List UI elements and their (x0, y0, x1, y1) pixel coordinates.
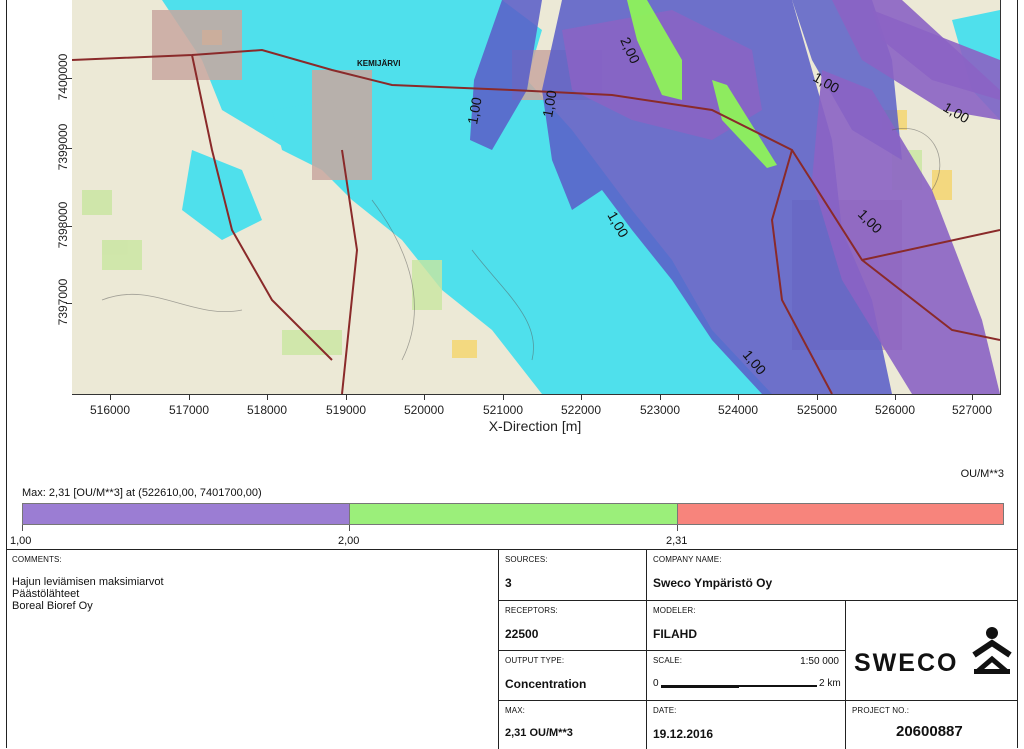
date-cell: DATE: 19.12.2016 (646, 700, 845, 749)
scale-bar-solid (661, 685, 739, 688)
company-cell: COMPANY NAME: Sweco Ympäristö Oy (646, 550, 1018, 600)
scale-bar: 0 2 km (653, 678, 843, 692)
modeler-cell: MODELER: FILAHD (646, 600, 845, 650)
legend-segment-green (350, 504, 678, 524)
place-label: KEMIJÄRVI (357, 59, 400, 68)
comment-line: Boreal Bioref Oy (12, 600, 93, 612)
x-tick (110, 394, 111, 400)
y-tick (66, 226, 72, 227)
company-value: Sweco Ympäristö Oy (653, 576, 773, 590)
legend-tick (22, 525, 23, 531)
sources-value: 3 (505, 576, 512, 590)
y-tick-label: 7400000 (56, 53, 70, 101)
scale-end: 2 km (819, 678, 841, 689)
x-tick-label: 525000 (796, 403, 838, 417)
date-value: 19.12.2016 (653, 727, 714, 741)
sweco-logo: SWECO (854, 625, 1014, 685)
x-tick (581, 394, 582, 400)
output-type-cell: OUTPUT TYPE: Concentration (498, 650, 646, 700)
x-tick-label: 522000 (560, 403, 602, 417)
x-tick (503, 394, 504, 400)
legend-segment-red (678, 504, 1003, 524)
legend-tick (677, 525, 678, 531)
map-canvas: KEMIJÄRVI 1,00 1,00 2,00 1,00 1,00 1,00 … (72, 0, 1000, 394)
scale-ratio: 1:50 000 (800, 656, 839, 667)
x-tick (189, 394, 190, 400)
scale-label: SCALE: (653, 656, 683, 665)
y-tick-label: 7398000 (56, 201, 70, 249)
y-tick-label: 7397000 (56, 278, 70, 326)
x-tick-label: 518000 (246, 403, 288, 417)
scale-bar-hollow (739, 685, 817, 687)
y-tick (66, 78, 72, 79)
x-tick-label: 523000 (639, 403, 681, 417)
max-value: 2,31 OU/M**3 (505, 727, 573, 739)
comments-text: Hajun leviämisen maksimiarvot Päästöläht… (12, 576, 164, 612)
modeler-label: MODELER: (653, 606, 696, 615)
x-tick-label: 517000 (168, 403, 210, 417)
x-tick-label: 527000 (951, 403, 993, 417)
project-label: PROJECT NO.: (852, 706, 910, 715)
y-tick (66, 148, 72, 149)
dispersion-map[interactable]: KEMIJÄRVI 1,00 1,00 2,00 1,00 1,00 1,00 … (72, 0, 1001, 395)
x-tick (817, 394, 818, 400)
legend-unit: OU/M**3 (960, 468, 1004, 480)
y-tick (66, 303, 72, 304)
comments-label: COMMENTS: (12, 555, 62, 564)
legend-value: 2,31 (666, 535, 688, 547)
y-tick-label: 74 (56, 0, 70, 12)
sweco-emblem-icon (972, 627, 1012, 674)
legend-value: 2,00 (338, 535, 360, 547)
x-tick (738, 394, 739, 400)
project-value: 20600887 (896, 723, 963, 740)
sources-cell: SOURCES: 3 (498, 550, 646, 600)
color-legend-bar (22, 503, 1004, 525)
comment-line: Päästölähteet (12, 588, 80, 600)
sources-label: SOURCES: (505, 555, 548, 564)
legend-tick (349, 525, 350, 531)
scale-start: 0 (653, 678, 659, 689)
logo-text: SWECO (854, 649, 959, 677)
x-tick (346, 394, 347, 400)
x-axis-title: X-Direction [m] (488, 418, 582, 434)
x-tick (267, 394, 268, 400)
x-tick (424, 394, 425, 400)
max-label: MAX: (505, 706, 525, 715)
legend-segment-purple (23, 504, 350, 524)
x-tick-label: 519000 (325, 403, 367, 417)
max-cell: MAX: 2,31 OU/M**3 (498, 700, 646, 749)
comment-line: Hajun leviämisen maksimiarvot (12, 576, 164, 588)
date-label: DATE: (653, 706, 677, 715)
project-cell: PROJECT NO.: 20600887 (845, 700, 1018, 749)
receptors-cell: RECEPTORS: 22500 (498, 600, 646, 650)
output-type-value: Concentration (505, 677, 587, 691)
scale-cell: SCALE: 1:50 000 0 2 km (646, 650, 845, 700)
legend-value: 1,00 (10, 535, 32, 547)
company-label: COMPANY NAME: (653, 555, 722, 564)
modeler-value: FILAHD (653, 627, 697, 641)
x-tick-label: 520000 (403, 403, 445, 417)
comments-cell: COMMENTS: Hajun leviämisen maksimiarvot … (6, 550, 498, 749)
x-tick (972, 394, 973, 400)
output-type-label: OUTPUT TYPE: (505, 656, 565, 665)
x-tick-label: 521000 (482, 403, 524, 417)
max-value-text: Max: 2,31 [OU/M**3] at (522610,00, 74017… (22, 487, 262, 499)
receptors-value: 22500 (505, 627, 539, 641)
x-tick-label: 516000 (89, 403, 131, 417)
y-tick-label: 7399000 (56, 123, 70, 171)
x-tick (660, 394, 661, 400)
x-tick-label: 524000 (717, 403, 759, 417)
receptors-label: RECEPTORS: (505, 606, 558, 615)
x-tick (895, 394, 896, 400)
x-tick-label: 526000 (874, 403, 916, 417)
